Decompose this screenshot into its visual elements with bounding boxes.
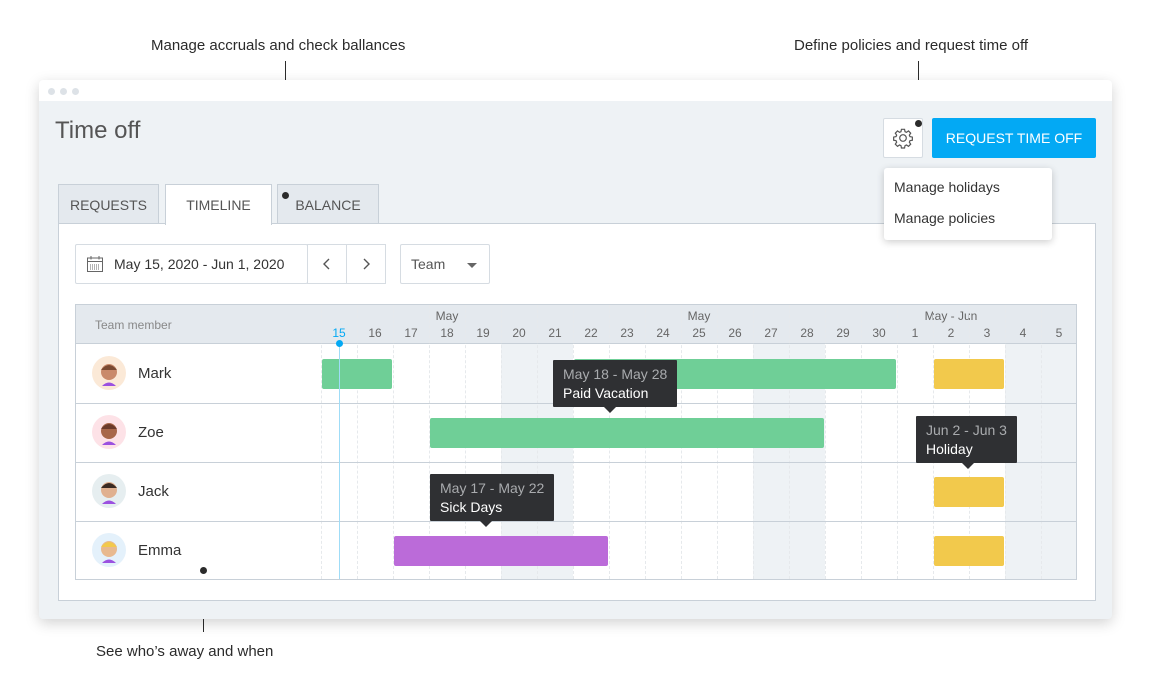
day-label: 18 xyxy=(440,326,454,340)
month-label: May xyxy=(435,309,459,323)
date-range-picker[interactable]: May 15, 2020 - Jun 1, 2020 xyxy=(75,244,308,284)
day-label: 20 xyxy=(512,326,526,340)
day-label: 3 xyxy=(983,326,991,340)
today-marker xyxy=(336,340,343,347)
day-label: 25 xyxy=(692,326,706,340)
avatar xyxy=(92,533,126,567)
window-dot xyxy=(48,88,55,95)
day-label: 15 xyxy=(332,326,346,340)
day-label: 26 xyxy=(728,326,742,340)
member-name: Mark xyxy=(138,364,172,382)
chevron-right-icon xyxy=(363,258,370,270)
time-off-tooltip: May 17 - May 22 Sick Days xyxy=(430,474,555,521)
row-divider xyxy=(76,521,1076,522)
day-gridline xyxy=(321,305,322,579)
menu-item-manage-holidays[interactable]: Manage holidays xyxy=(894,179,1000,195)
day-label: 24 xyxy=(656,326,670,340)
member-row-label: Mark xyxy=(92,356,171,390)
day-label: 16 xyxy=(368,326,382,340)
day-gridline xyxy=(1041,305,1042,579)
time-off-bar-paid-vacation[interactable] xyxy=(430,418,824,448)
member-name: Emma xyxy=(138,541,182,559)
annotation-timeline: See who’s away and when xyxy=(96,643,274,660)
tooltip-type: Holiday xyxy=(926,441,973,457)
time-off-bar-holiday[interactable] xyxy=(934,359,1004,389)
annotation-balance: Manage accruals and check ballances xyxy=(151,37,406,54)
tooltip-type: Sick Days xyxy=(440,499,503,515)
window-titlebar xyxy=(39,80,1112,101)
timeline-panel: May 15, 2020 - Jun 1, 2020 Team Team mem… xyxy=(58,223,1096,601)
time-off-bar-holiday[interactable] xyxy=(934,477,1004,507)
day-label: 28 xyxy=(800,326,814,340)
next-period-button[interactable] xyxy=(346,244,386,284)
tooltip-dates: May 17 - May 22 xyxy=(440,480,545,496)
menu-item-manage-policies[interactable]: Manage policies xyxy=(894,210,995,226)
day-label: 27 xyxy=(764,326,778,340)
avatar xyxy=(92,415,126,449)
annotation-policies: Define policies and request time off xyxy=(794,37,1029,54)
annotation-timeline-dot xyxy=(200,567,207,574)
month-label: May xyxy=(687,309,711,323)
window-dot xyxy=(60,88,67,95)
time-off-tooltip: Jun 2 - Jun 3 Holiday xyxy=(916,416,1017,463)
day-label: 22 xyxy=(584,326,598,340)
day-label: 23 xyxy=(620,326,634,340)
member-row-label: Zoe xyxy=(92,415,164,449)
day-gridline xyxy=(357,305,358,579)
gear-icon xyxy=(893,128,913,149)
time-off-bar-sick-days[interactable] xyxy=(394,536,608,566)
day-gridline xyxy=(825,305,826,579)
time-off-tooltip: May 18 - May 28 Paid Vacation xyxy=(553,360,678,407)
day-label: 21 xyxy=(548,326,562,340)
today-line xyxy=(339,344,340,579)
window-dot xyxy=(72,88,79,95)
avatar xyxy=(92,474,126,508)
tooltip-type: Paid Vacation xyxy=(563,385,649,401)
tooltip-dates: May 18 - May 28 xyxy=(563,366,668,382)
tab-requests[interactable]: REQUESTS xyxy=(58,184,159,224)
day-label: 1 xyxy=(911,326,919,340)
settings-menu: Manage holidays Manage policies xyxy=(884,168,1052,240)
annotation-policies-dot xyxy=(915,120,922,127)
chevron-left-icon xyxy=(323,258,330,270)
member-name: Jack xyxy=(138,482,169,500)
time-off-bar-holiday[interactable] xyxy=(934,536,1004,566)
request-time-off-button[interactable]: REQUEST TIME OFF xyxy=(932,118,1096,158)
day-label: 2 xyxy=(947,326,955,340)
date-range-text: May 15, 2020 - Jun 1, 2020 xyxy=(114,256,285,272)
time-off-bar-paid-vacation[interactable] xyxy=(322,359,392,389)
day-label: 19 xyxy=(476,326,490,340)
tab-balance[interactable]: BALANCE xyxy=(277,184,379,224)
member-row-label: Emma xyxy=(92,533,181,567)
day-label: 30 xyxy=(872,326,886,340)
day-label: 29 xyxy=(836,326,850,340)
avatar xyxy=(92,356,126,390)
group-select[interactable]: Team xyxy=(400,244,490,284)
member-row-label: Jack xyxy=(92,474,169,508)
timeline-header: Team member 15 16 17 18 19 20 21 22 23 24 25 26 27 28… xyxy=(76,305,1076,344)
tab-timeline[interactable]: TIMELINE xyxy=(165,184,272,225)
caret-down-icon xyxy=(467,263,477,268)
calendar-icon xyxy=(87,256,103,272)
page-title: Time off xyxy=(55,117,141,144)
group-select-value: Team xyxy=(411,256,446,272)
team-member-header: Team member xyxy=(95,318,172,332)
day-label: 17 xyxy=(404,326,418,340)
app-window: Time off REQUEST TIME OFF Manage holiday… xyxy=(39,80,1112,619)
day-gridline xyxy=(897,305,898,579)
member-name: Zoe xyxy=(138,423,164,441)
annotation-balance-dot xyxy=(282,192,289,199)
day-label: 4 xyxy=(1019,326,1027,340)
tooltip-dates: Jun 2 - Jun 3 xyxy=(926,422,1007,438)
prev-period-button[interactable] xyxy=(307,244,347,284)
day-gridline xyxy=(861,305,862,579)
day-label: 5 xyxy=(1055,326,1063,340)
